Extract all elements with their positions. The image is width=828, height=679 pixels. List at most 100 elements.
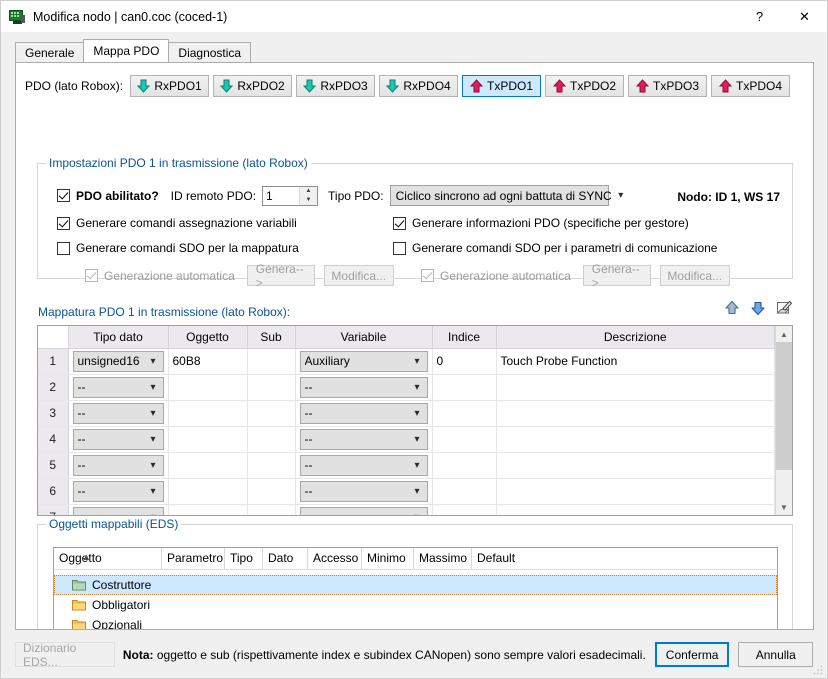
resize-grip-icon[interactable] [812,664,824,676]
pdo-button-rxpdo3[interactable]: RxPDO3 [296,75,376,97]
cell-indice[interactable] [432,478,497,505]
cell-oggetto[interactable] [168,478,248,505]
cell-variabile[interactable]: --▾ [295,504,433,515]
cell-sub[interactable] [247,348,296,375]
cell-oggetto[interactable] [168,374,248,401]
scroll-down-icon[interactable]: ▼ [776,499,792,515]
tab-generale[interactable]: Generale [15,42,85,62]
scroll-up-icon[interactable]: ▲ [776,326,792,342]
column-header-tipo-dato[interactable]: Tipo dato [68,326,169,349]
pdo-button-txpdo3[interactable]: TxPDO3 [628,75,708,97]
cell-sub[interactable] [247,426,296,453]
remote-id-input[interactable] [263,186,300,205]
annulla-button[interactable]: Annulla [738,642,813,667]
scrollbar-track[interactable] [776,342,792,499]
cell-tipo-dato[interactable]: --▾ [68,452,169,479]
pdo-mapping-grid[interactable]: Tipo dato Oggetto Sub Variabile Indice D… [37,325,793,516]
cell-descrizione[interactable] [496,374,775,401]
column-header-variabile[interactable]: Variabile [295,326,433,349]
pdo-button-rxpdo2[interactable]: RxPDO2 [213,75,293,97]
edit-icon[interactable] [776,300,793,316]
cell-tipo-dato[interactable]: --▾ [68,504,169,515]
cb-generare-variabili[interactable]: Generare comandi assegnazione variabili [57,216,297,233]
column-header-sub[interactable]: Sub [247,326,296,349]
cell-tipo-dato[interactable]: --▾ [68,426,169,453]
pdo-type-combo[interactable]: Ciclico sincrono ad ogni battuta di SYNC… [389,185,623,206]
spinner-arrows[interactable]: ▲ ▼ [299,186,318,205]
eds-column-header-default[interactable]: Default [472,548,777,569]
cell-indice[interactable] [432,400,497,427]
table-row[interactable]: 3 -- ▾ -- ▾ [38,400,775,427]
modifica-button-left[interactable]: Modifica... [323,265,394,286]
eds-column-header-tipo[interactable]: Tipo [225,548,263,569]
grid-vertical-scrollbar[interactable]: ▲ ▼ [775,326,792,515]
eds-column-header-minimo[interactable]: Minimo [362,548,414,569]
cell-descrizione[interactable] [496,478,775,505]
cell-oggetto[interactable] [168,452,248,479]
cell-indice[interactable] [432,452,497,479]
cell-variabile[interactable]: --▾ [295,400,433,427]
cell-descrizione[interactable] [496,400,775,427]
cell-variabile[interactable]: --▾ [295,478,433,505]
genera-button-left[interactable]: Genera--> [246,262,315,290]
pdo-enabled-checkbox[interactable]: PDO abilitato? [57,189,159,203]
cell-sub[interactable] [247,400,296,427]
cell-oggetto[interactable] [168,426,248,453]
cell-descrizione[interactable] [496,426,775,453]
cell-variabile[interactable]: Auxiliary ▾ [295,348,433,375]
column-header-oggetto[interactable]: Oggetto [168,326,248,349]
pdo-button-rxpdo1[interactable]: RxPDO1 [130,75,210,97]
move-down-icon[interactable] [750,300,766,316]
cell-tipo-dato[interactable]: --▾ [68,374,169,401]
cb-sdo-comunicazione[interactable]: Generare comandi SDO per i parametri di … [393,241,717,258]
cell-variabile[interactable]: --▾ [295,426,433,453]
cell-indice[interactable] [432,374,497,401]
cb-generare-info-pdo[interactable]: Generare informazioni PDO (specifiche pe… [393,216,689,233]
cell-indice[interactable] [432,426,497,453]
cell-sub[interactable] [247,478,296,505]
cell-sub[interactable] [247,452,296,479]
cell-indice[interactable] [432,504,497,515]
eds-column-header-dato[interactable]: Dato [263,548,308,569]
table-row[interactable]: 2 -- ▾ -- ▾ [38,374,775,401]
move-up-icon[interactable] [724,300,740,316]
table-row[interactable]: 1 unsigned16 ▾ 60B8 Auxiliary ▾ 0 Touch Pr… [38,348,775,375]
cell-tipo-dato[interactable]: unsigned16 ▾ [68,348,169,375]
cell-sub[interactable] [247,374,296,401]
table-row[interactable]: 7 --▾ --▾ [38,504,775,515]
column-header-rownum[interactable] [38,326,69,349]
remote-id-spinner[interactable]: ▲ ▼ [262,185,319,206]
close-button[interactable]: ✕ [782,2,827,32]
eds-column-header-accesso[interactable]: Accesso [308,548,362,569]
cell-oggetto[interactable]: 60B8 [168,348,248,375]
dizionario-eds-button[interactable]: Dizionario EDS... [15,641,115,669]
cell-oggetto[interactable] [168,400,248,427]
column-header-descrizione[interactable]: Descrizione [496,326,775,349]
cb-sdo-mappatura[interactable]: Generare comandi SDO per la mappatura [57,241,299,258]
cell-descrizione[interactable] [496,452,775,479]
modifica-button-right[interactable]: Modifica... [659,265,730,286]
pdo-button-txpdo1[interactable]: TxPDO1 [462,75,542,97]
column-header-indice[interactable]: Indice [432,326,497,349]
cell-variabile[interactable]: --▾ [295,374,433,401]
eds-column-header-massimo[interactable]: Massimo [414,548,472,569]
help-button[interactable]: ? [737,2,782,32]
pdo-button-rxpdo4[interactable]: RxPDO4 [379,75,459,97]
tree-item-obbligatori[interactable]: Obbligatori [54,595,777,615]
cell-tipo-dato[interactable]: --▾ [68,400,169,427]
cell-oggetto[interactable] [168,504,248,515]
scrollbar-thumb[interactable] [776,342,792,470]
tab-mappa-pdo[interactable]: Mappa PDO [83,39,170,62]
pdo-button-txpdo4[interactable]: TxPDO4 [711,75,791,97]
eds-objects-tree[interactable]: Oggetto ▲ Parametro Tipo Dato Accesso Mi… [53,547,778,629]
conferma-button[interactable]: Conferma [654,642,730,667]
eds-column-header-oggetto[interactable]: Oggetto ▲ [54,548,162,569]
cell-descrizione[interactable] [496,504,775,515]
tree-item-opzionali[interactable]: Opzionali [54,615,777,629]
spinner-up-icon[interactable]: ▲ [300,187,317,196]
genera-button-right[interactable]: Genera--> [582,262,651,290]
cell-sub[interactable] [247,504,296,515]
cell-descrizione[interactable]: Touch Probe Function [496,348,775,375]
tree-item-costruttore[interactable]: Costruttore [54,575,777,595]
eds-column-header-parametro[interactable]: Parametro [162,548,225,569]
